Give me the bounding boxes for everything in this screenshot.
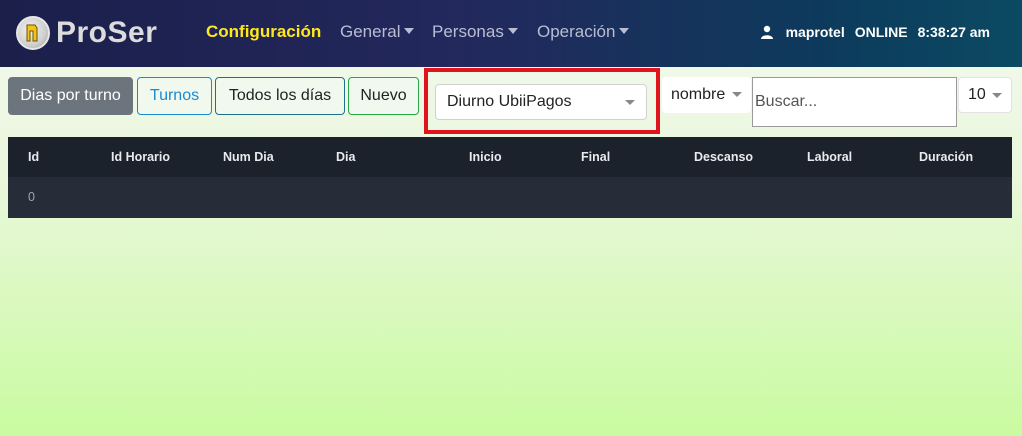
search-field-select-value: nombre (671, 86, 726, 103)
column-header[interactable]: Id Horario (111, 150, 170, 164)
column-header[interactable]: Duración (919, 150, 973, 164)
page-size-select[interactable]: 10 (958, 77, 1012, 113)
dias-por-turno-button[interactable]: Dias por turno (8, 77, 133, 115)
column-header[interactable]: Id (28, 150, 39, 164)
username[interactable]: maprotel (786, 24, 845, 40)
brand-logo-icon (16, 16, 50, 50)
column-header[interactable]: Inicio (469, 150, 502, 164)
brand-name: ProSer (56, 16, 158, 49)
chevron-down-icon (625, 100, 635, 105)
status-text: ONLINE (854, 24, 908, 40)
nav-personas-label: Personas (432, 22, 504, 41)
chevron-down-icon (507, 27, 518, 34)
turno-select-value: Diurno UbiiPagos (447, 93, 572, 110)
clock-text: 8:38:27 am (917, 24, 990, 40)
column-header[interactable]: Num Dia (223, 150, 274, 164)
chevron-down-icon (404, 27, 415, 34)
user-area: maprotel ONLINE 8:38:27 am (760, 24, 990, 40)
chevron-down-icon (732, 92, 742, 97)
brand[interactable]: ProSer (16, 13, 157, 53)
turno-select[interactable]: Diurno UbiiPagos (435, 84, 647, 120)
data-table: Id Id Horario Num Dia Dia Inicio Final D… (8, 137, 1012, 218)
table-cell: 0 (28, 190, 35, 204)
nav-operacion-label: Operación (537, 22, 616, 41)
search-field-select[interactable]: nombre (662, 77, 751, 113)
table-row[interactable]: 0 (8, 177, 1012, 218)
user-icon[interactable] (760, 25, 774, 39)
nav-personas[interactable]: Personas (432, 22, 518, 42)
nav-configuracion[interactable]: Configuración (206, 22, 321, 42)
nuevo-button[interactable]: Nuevo (348, 77, 419, 115)
column-header[interactable]: Dia (336, 150, 355, 164)
nav-operacion[interactable]: Operación (537, 22, 630, 42)
table-header: Id Id Horario Num Dia Dia Inicio Final D… (8, 137, 1012, 177)
chevron-down-icon (992, 93, 1002, 98)
turnos-button[interactable]: Turnos (137, 77, 212, 115)
column-header[interactable]: Laboral (807, 150, 852, 164)
nav-general-label: General (340, 22, 401, 41)
page-size-select-value: 10 (968, 86, 986, 103)
column-header[interactable]: Final (581, 150, 610, 164)
column-header[interactable]: Descanso (694, 150, 753, 164)
search-input[interactable] (752, 77, 957, 127)
todos-los-dias-button[interactable]: Todos los días (215, 77, 345, 115)
nav-general[interactable]: General (340, 22, 415, 42)
top-navbar: ProSer Configuración General Personas Op… (0, 0, 1022, 67)
chevron-down-icon (619, 27, 630, 34)
